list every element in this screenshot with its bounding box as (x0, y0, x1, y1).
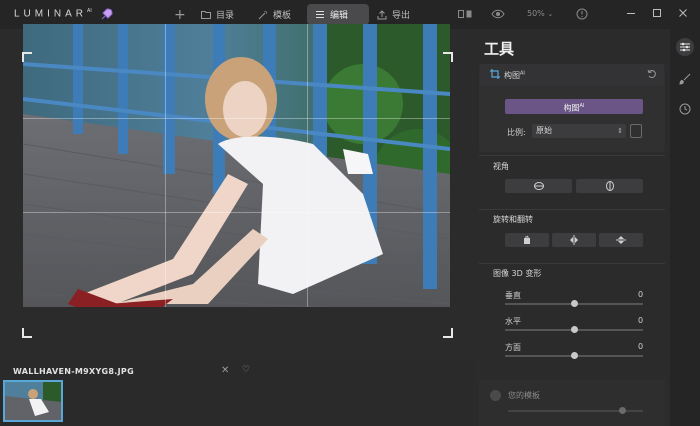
tab-edit[interactable]: 编辑 (307, 4, 369, 25)
presets-label: 您的模板 (508, 391, 540, 400)
divider (479, 263, 665, 264)
grid-line-v1 (165, 24, 166, 307)
tab-catalog-label: 目录 (216, 11, 235, 21)
grid-line-h2 (23, 212, 450, 213)
slider-aspect-knob[interactable] (570, 352, 578, 359)
thumbnail-image (5, 382, 61, 420)
crop-handle-top-right[interactable] (443, 52, 453, 62)
slider-vertical-value: 0 (638, 290, 644, 299)
magic-wand-icon (258, 10, 267, 19)
tab-templates-label: 模板 (273, 11, 292, 21)
crop-handle-bottom-left[interactable] (22, 328, 32, 338)
crop-section-label: 构图AI (504, 70, 525, 80)
transform3d-label: 图像 3D 变形 (493, 269, 542, 278)
close-icon[interactable] (678, 8, 688, 18)
app-logo: LUMINARAI (14, 8, 92, 20)
presets-slider-knob[interactable] (619, 407, 626, 414)
filmstrip-thumbnail[interactable] (3, 380, 63, 422)
presets-section (479, 380, 665, 426)
slider-aspect-value: 0 (638, 342, 644, 351)
slider-aspect-label: 方面 (505, 343, 521, 352)
rotate-icon (524, 235, 530, 244)
divider (479, 209, 665, 210)
vertical-perspective-icon (605, 181, 614, 191)
add-button[interactable]: + (166, 4, 194, 25)
eye-icon[interactable] (491, 8, 505, 20)
perspective-label: 视角 (493, 162, 509, 171)
tab-catalog[interactable]: 目录 (193, 4, 242, 25)
maximize-icon[interactable] (652, 8, 662, 18)
horizontal-perspective-icon (533, 182, 544, 190)
tab-export-label: 导出 (392, 11, 411, 21)
crop-icon (490, 69, 500, 79)
rocket-icon[interactable] (100, 7, 114, 21)
brush-icon[interactable] (676, 70, 694, 88)
reset-icon[interactable] (647, 69, 657, 79)
slider-vertical-knob[interactable] (570, 300, 578, 307)
perspective-horizontal-button[interactable] (505, 179, 572, 193)
perspective-vertical-button[interactable] (576, 179, 643, 193)
rotate-flip-label: 旋转和翻转 (493, 215, 533, 224)
crop-handle-bottom-right[interactable] (443, 328, 453, 338)
slider-horizontal-knob[interactable] (570, 326, 578, 333)
compare-icon[interactable] (458, 8, 472, 20)
flip-horizontal-button[interactable] (552, 233, 596, 247)
tab-export[interactable]: 导出 (369, 4, 418, 25)
zoom-dropdown[interactable]: 50% ⌄ (527, 9, 553, 18)
tab-templates[interactable]: 模板 (250, 4, 299, 25)
tab-edit-label: 编辑 (330, 11, 349, 21)
divider (479, 155, 665, 156)
help-icon[interactable] (576, 8, 588, 20)
ratio-select[interactable]: 原始 ⇕ (532, 124, 626, 138)
slider-horizontal-label: 水平 (505, 317, 521, 326)
heart-icon[interactable]: ♡ (242, 365, 250, 375)
chevron-updown-icon: ⇕ (617, 127, 623, 135)
flip-vertical-button[interactable] (599, 233, 643, 247)
presets-toggle[interactable] (490, 390, 501, 401)
flip-vertical-icon (616, 236, 626, 244)
right-sidebar (670, 29, 700, 426)
flip-horizontal-icon (570, 235, 578, 245)
photo-preview[interactable] (23, 24, 450, 307)
history-icon[interactable] (676, 100, 694, 118)
grid-line-v2 (307, 24, 308, 307)
grid-line-h1 (23, 118, 450, 119)
slider-vertical-label: 垂直 (505, 291, 521, 300)
folder-icon (201, 11, 211, 19)
rotate-button[interactable] (505, 233, 549, 247)
crop-ai-button[interactable]: 构图AI (505, 99, 643, 114)
sliders-icon (316, 11, 324, 18)
tools-sliders-icon[interactable] (676, 38, 694, 56)
minimize-icon[interactable] (626, 8, 636, 18)
export-icon (377, 9, 387, 19)
ratio-orientation-button[interactable] (630, 124, 642, 138)
close-image-icon[interactable]: ✕ (221, 365, 229, 376)
filmstrip-filename: WALLHAVEN-M9XYG8.JPG (13, 367, 134, 376)
crop-handle-top-left[interactable] (22, 52, 32, 62)
panel-title: 工具 (484, 40, 515, 58)
slider-horizontal-value: 0 (638, 316, 644, 325)
chevron-down-icon: ⌄ (547, 10, 554, 18)
ratio-label: 比例: (507, 128, 526, 137)
photo-image (23, 24, 450, 307)
